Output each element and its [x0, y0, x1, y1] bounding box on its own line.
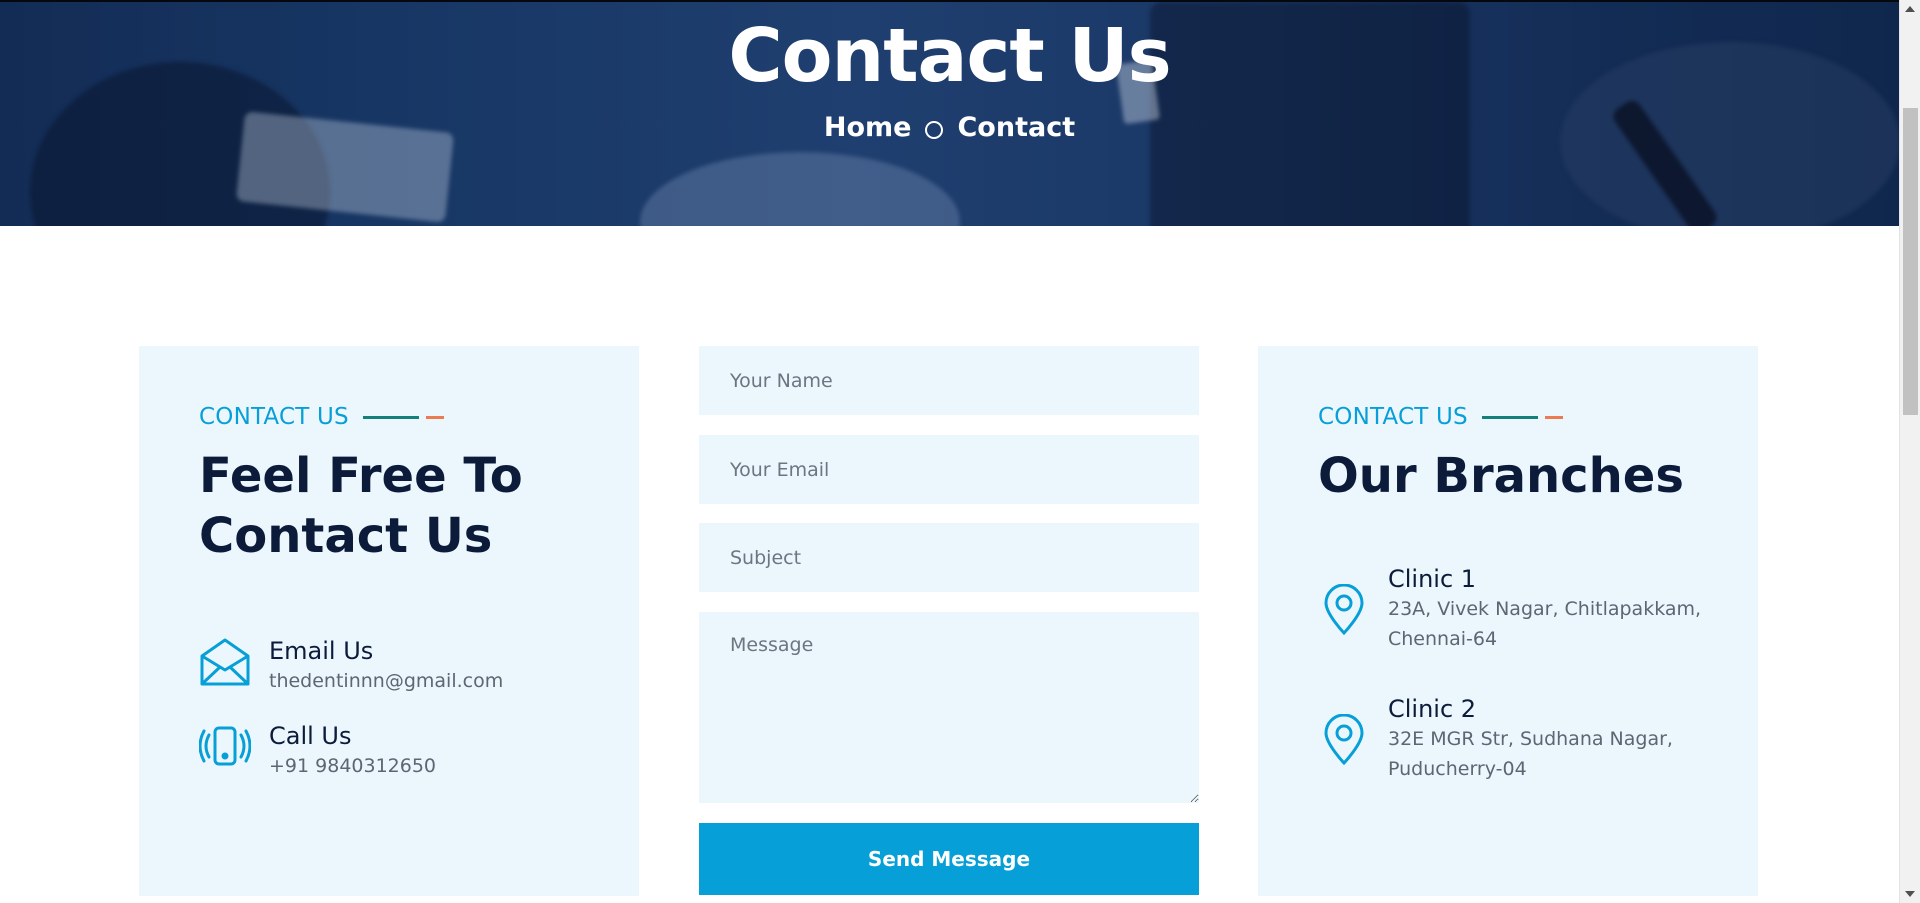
branch-address-line2: Chennai-64 [1388, 628, 1498, 650]
branch-name: Clinic 2 [1388, 695, 1477, 723]
branches-tagline: CONTACT US [1318, 404, 1563, 430]
email-input[interactable] [699, 435, 1199, 504]
branches-heading: Our Branches [1318, 448, 1684, 504]
subject-input[interactable] [699, 523, 1199, 592]
scrollbar-thumb[interactable] [1903, 108, 1918, 415]
tagline-teal-line [1481, 415, 1538, 419]
branches-card: CONTACT US Our Branches Clinic 1 23A, Vi… [1258, 346, 1758, 896]
message-textarea[interactable] [699, 612, 1199, 803]
tagline-orange-line [1544, 415, 1563, 419]
contact-heading: Feel Free To Contact Us [199, 446, 619, 566]
phone-number-link[interactable]: +91 9840312650 [269, 751, 436, 781]
phone-vibrate-icon [198, 721, 252, 773]
location-pin-icon [1318, 713, 1370, 766]
contact-tagline-text: CONTACT US [199, 404, 349, 430]
email-address-link[interactable]: thedentinnn@gmail.com [269, 666, 503, 696]
page-title: Contact Us [728, 13, 1171, 99]
branch-address-line1: 32E MGR Str, Sudhana Nagar, [1388, 728, 1673, 750]
breadcrumb-home-link[interactable]: Home [824, 112, 912, 143]
breadcrumb-separator-icon [925, 120, 944, 139]
scroll-down-arrow-icon[interactable] [1905, 891, 1915, 897]
envelope-icon [199, 636, 251, 688]
branch-address-line1: 23A, Vivek Nagar, Chitlapakkam, [1388, 598, 1702, 620]
vertical-scrollbar[interactable] [1899, 0, 1920, 903]
hero-background-detail [640, 152, 960, 226]
branches-tagline-text: CONTACT US [1318, 404, 1468, 430]
email-title: Email Us [269, 637, 374, 665]
contact-info-card: CONTACT US Feel Free To Contact Us Email… [139, 346, 639, 896]
branch-item: Clinic 2 32E MGR Str, Sudhana Nagar, Pud… [1318, 694, 1673, 784]
phone-title: Call Us [269, 722, 352, 750]
name-input[interactable] [699, 346, 1199, 415]
tagline-orange-line [425, 415, 444, 419]
phone-info: Call Us +91 9840312650 [198, 721, 436, 781]
tagline-teal-line [362, 415, 419, 419]
branch-item: Clinic 1 23A, Vivek Nagar, Chitlapakkam,… [1318, 564, 1701, 654]
contact-tagline: CONTACT US [199, 404, 444, 430]
branch-name: Clinic 1 [1388, 565, 1477, 593]
send-message-button[interactable]: Send Message [699, 823, 1199, 895]
page-hero-banner: Contact Us Home Contact [0, 0, 1899, 226]
breadcrumb: Home Contact [0, 112, 1899, 143]
location-pin-icon [1318, 583, 1370, 636]
contact-heading-line1: Feel Free To [199, 448, 523, 504]
breadcrumb-current: Contact [957, 112, 1076, 143]
scroll-up-arrow-icon[interactable] [1905, 6, 1915, 12]
contact-heading-line2: Contact Us [199, 508, 493, 564]
branch-address-line2: Puducherry-04 [1388, 758, 1527, 780]
email-info: Email Us thedentinnn@gmail.com [199, 636, 503, 696]
